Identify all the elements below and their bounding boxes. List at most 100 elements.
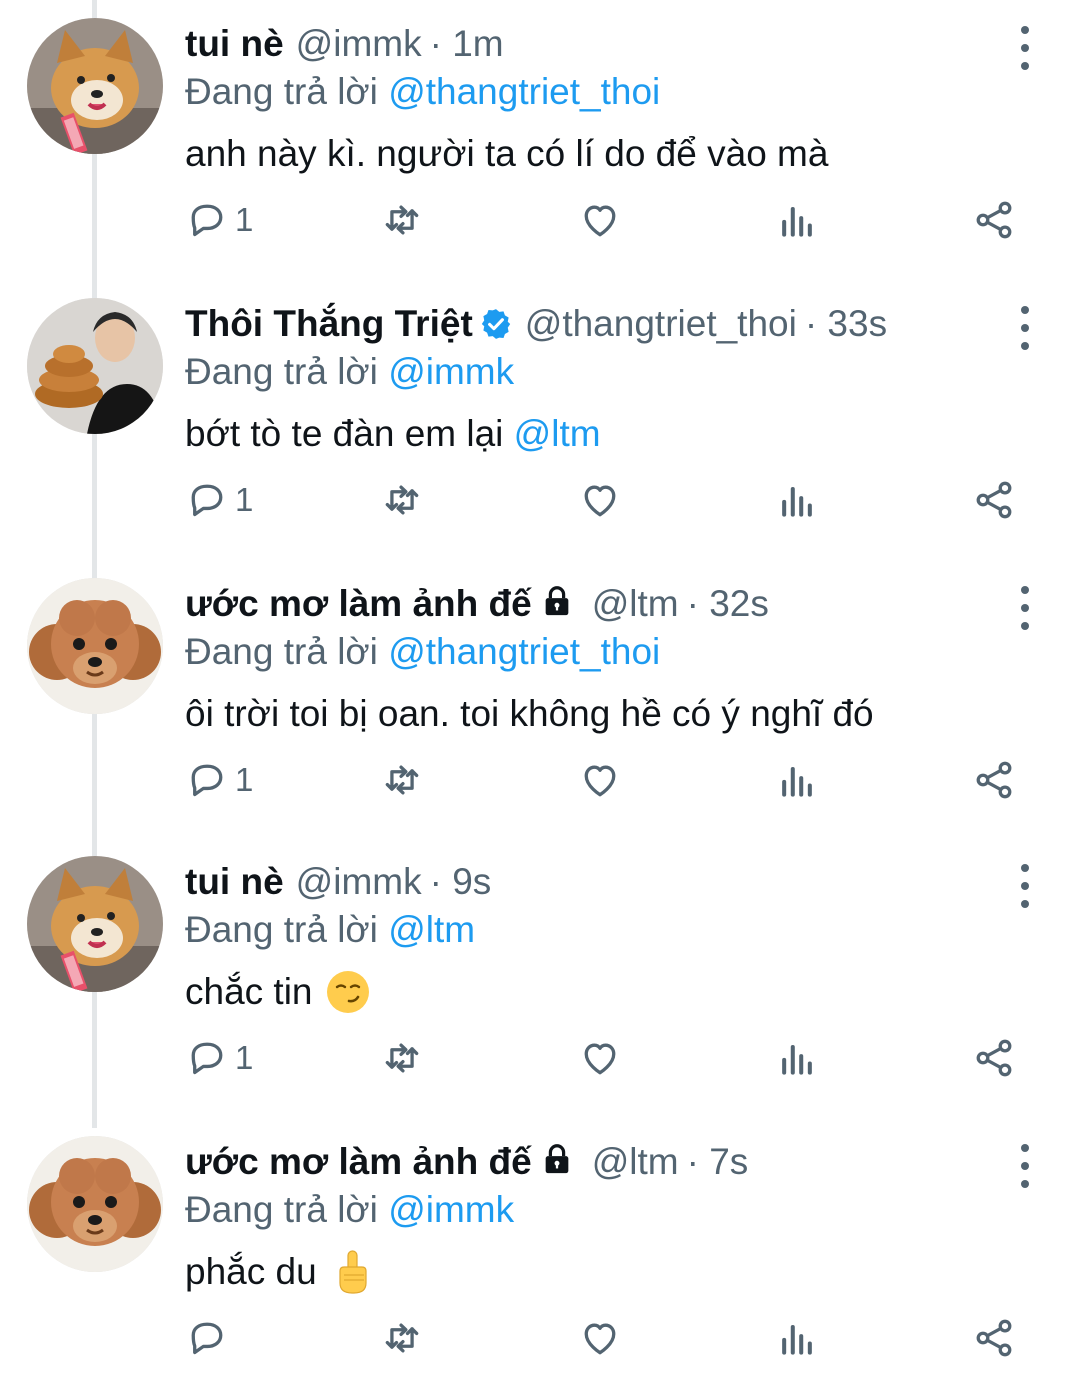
more-options-icon[interactable] — [1008, 24, 1042, 72]
views-button[interactable] — [775, 470, 819, 530]
timestamp[interactable]: · 1m — [430, 20, 504, 68]
tweet-item[interactable]: ước mơ làm ảnh đế @ltm · 7s Đang trả lời @i… — [0, 1118, 1080, 1398]
poodle-dog-avatar[interactable] — [27, 578, 163, 714]
display-name[interactable]: Thôi Thắng Triệt — [185, 300, 473, 348]
tweet-item[interactable]: Thôi Thắng Triệt @thangtriet_thoi · 33s Đan… — [0, 280, 1080, 560]
reply-button[interactable] — [185, 1308, 235, 1368]
display-name[interactable]: ước mơ làm ảnh đế — [185, 580, 532, 628]
reply-target-mention[interactable]: @immk — [388, 351, 514, 392]
retweet-icon — [380, 758, 424, 802]
retweet-icon — [380, 198, 424, 242]
shiba-dog-avatar[interactable] — [27, 856, 163, 992]
more-options-icon[interactable] — [1008, 584, 1042, 632]
views-button[interactable] — [775, 750, 819, 810]
reply-icon — [185, 198, 229, 242]
verified-badge-icon — [479, 307, 513, 341]
timestamp[interactable]: · 7s — [687, 1138, 749, 1186]
like-button[interactable] — [578, 750, 622, 810]
more-options-icon[interactable] — [1008, 862, 1042, 910]
reply-button[interactable]: 1 — [185, 470, 253, 530]
replying-to-label: Đang trả lời — [185, 351, 378, 392]
user-handle[interactable]: @ltm — [592, 580, 679, 628]
retweet-button[interactable] — [380, 470, 424, 530]
pointing-up-hand-emoji — [329, 1249, 375, 1295]
timestamp[interactable]: · 9s — [430, 858, 492, 906]
tweet-header: ước mơ làm ảnh đế @ltm · 32s — [185, 580, 769, 628]
mention-link[interactable]: @ltm — [514, 410, 601, 458]
smirking-face-emoji — [325, 969, 371, 1015]
poodle-dog-avatar[interactable] — [27, 1136, 163, 1272]
reply-target-mention[interactable]: @ltm — [388, 909, 475, 950]
shiba-dog-avatar[interactable] — [27, 18, 163, 154]
reply-target-mention[interactable]: @thangtriet_thoi — [388, 71, 660, 112]
like-button[interactable] — [578, 470, 622, 530]
replying-to-label: Đang trả lời — [185, 71, 378, 112]
views-button[interactable] — [775, 190, 819, 250]
replying-to: Đang trả lời @immk — [185, 1186, 514, 1234]
share-icon — [972, 198, 1016, 242]
more-options-icon[interactable] — [1008, 304, 1042, 352]
reply-count: 1 — [235, 1039, 254, 1076]
retweet-icon — [380, 1316, 424, 1360]
views-chart-icon — [775, 198, 819, 242]
tweet-header: ước mơ làm ảnh đế @ltm · 7s — [185, 1138, 748, 1186]
tweet-text: chắc tin — [185, 968, 371, 1016]
display-name[interactable]: ước mơ làm ảnh đế — [185, 1138, 532, 1186]
share-button[interactable] — [972, 1028, 1016, 1088]
tweet-header: tui nè @immk · 1m — [185, 20, 504, 68]
retweet-button[interactable] — [380, 750, 424, 810]
tweet-header: tui nè @immk · 9s — [185, 858, 491, 906]
reply-button[interactable]: 1 — [185, 750, 253, 810]
share-button[interactable] — [972, 1308, 1016, 1368]
display-name[interactable]: tui nè — [185, 20, 284, 68]
tweet-text: anh này kì. người ta có lí do để vào mà — [185, 130, 828, 178]
tweet-text: bớt tò te đàn em lại @ltm — [185, 410, 601, 458]
tweet-item[interactable]: ước mơ làm ảnh đế @ltm · 32s Đang trả lời @… — [0, 560, 1080, 840]
timestamp[interactable]: · 32s — [687, 580, 769, 628]
views-button[interactable] — [775, 1028, 819, 1088]
share-icon — [972, 478, 1016, 522]
user-handle[interactable]: @immk — [296, 20, 422, 68]
user-handle[interactable]: @ltm — [592, 1138, 679, 1186]
tweet-text-content: bớt tò te đàn em lại — [185, 413, 514, 454]
reply-target-mention[interactable]: @immk — [388, 1189, 514, 1230]
share-button[interactable] — [972, 190, 1016, 250]
share-icon — [972, 758, 1016, 802]
tweet-header: Thôi Thắng Triệt @thangtriet_thoi · 33s — [185, 300, 887, 348]
user-handle[interactable]: @immk — [296, 858, 422, 906]
reply-target-mention[interactable]: @thangtriet_thoi — [388, 631, 660, 672]
lock-icon — [540, 584, 580, 624]
reply-icon — [185, 478, 229, 522]
replying-to: Đang trả lời @thangtriet_thoi — [185, 628, 660, 676]
more-options-icon[interactable] — [1008, 1142, 1042, 1190]
retweet-button[interactable] — [380, 1308, 424, 1368]
tweet-text-content: ôi trời toi bị oan. toi không hề có ý ng… — [185, 693, 874, 734]
retweet-icon — [380, 478, 424, 522]
display-name[interactable]: tui nè — [185, 858, 284, 906]
replying-to-label: Đang trả lời — [185, 631, 378, 672]
tweet-item[interactable]: tui nè @immk · 9s Đang trả lời @ltm chắc tin… — [0, 838, 1080, 1118]
heart-icon — [578, 478, 622, 522]
reply-icon — [185, 1316, 229, 1360]
person-with-bread-avatar[interactable] — [27, 298, 163, 434]
like-button[interactable] — [578, 190, 622, 250]
tweet-text: phắc du — [185, 1248, 375, 1296]
tweet-text-content: chắc tin — [185, 971, 313, 1012]
views-chart-icon — [775, 758, 819, 802]
views-button[interactable] — [775, 1308, 819, 1368]
share-button[interactable] — [972, 470, 1016, 530]
views-chart-icon — [775, 478, 819, 522]
retweet-icon — [380, 1036, 424, 1080]
retweet-button[interactable] — [380, 1028, 424, 1088]
reply-button[interactable]: 1 — [185, 1028, 253, 1088]
timestamp[interactable]: · 33s — [805, 300, 887, 348]
user-handle[interactable]: @thangtriet_thoi — [525, 300, 797, 348]
tweet-actions: 1 — [0, 1028, 1080, 1088]
like-button[interactable] — [578, 1308, 622, 1368]
replying-to: Đang trả lời @thangtriet_thoi — [185, 68, 660, 116]
like-button[interactable] — [578, 1028, 622, 1088]
share-button[interactable] — [972, 750, 1016, 810]
reply-button[interactable]: 1 — [185, 190, 253, 250]
tweet-item[interactable]: tui nè @immk · 1m Đang trả lời @thangtriet_… — [0, 0, 1080, 280]
retweet-button[interactable] — [380, 190, 424, 250]
